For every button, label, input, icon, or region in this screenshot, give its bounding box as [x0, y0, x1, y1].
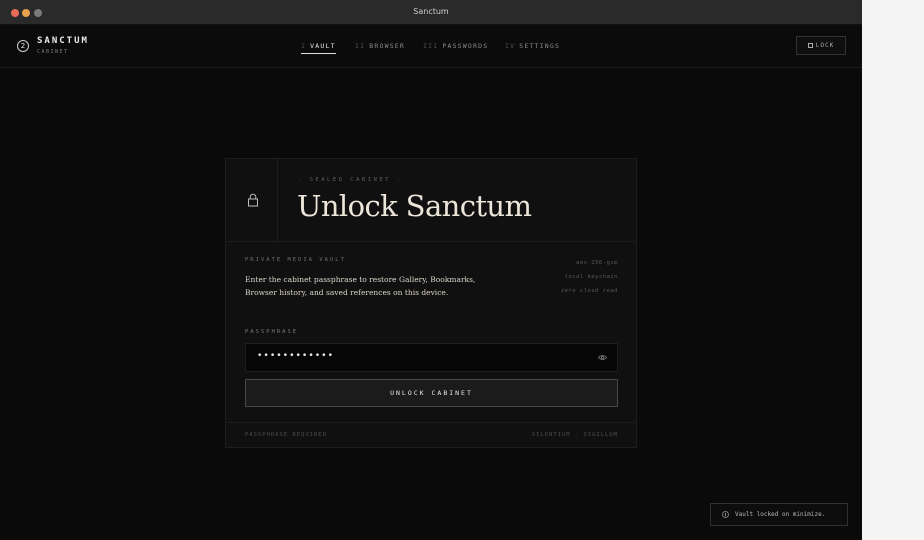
toast-notification: Vault locked on minimize.: [710, 503, 848, 526]
page-title: Unlock Sanctum: [297, 189, 532, 223]
nav-tab-label: BROWSER: [369, 42, 406, 50]
passphrase-input[interactable]: ••••••••••••: [245, 343, 618, 372]
nav-tab-passwords[interactable]: III PASSWORDS: [423, 42, 488, 50]
lock-button-label: LOCK: [815, 42, 835, 49]
panel-header: · SEALED CABINET · Unlock Sanctum: [226, 159, 636, 242]
lock-small-icon: [807, 42, 813, 48]
section-label: PRIVATE MEDIA VAULT: [245, 257, 346, 263]
lock-icon-cell: [226, 159, 278, 241]
info-icon: [722, 511, 729, 518]
nav-tab-number: II: [355, 42, 366, 50]
lock-icon: [248, 193, 258, 207]
panel-footer: PASSPHRASE REQUIRED SILENTIUM · SIGILLUM: [226, 422, 636, 448]
brand-name: SANCTUM: [37, 36, 89, 46]
nav-tab-vault[interactable]: I VAULT: [301, 42, 336, 54]
passphrase-label: PASSPHRASE: [245, 329, 299, 335]
nav-tab-label: VAULT: [310, 42, 336, 50]
nav-tab-label: SETTINGS: [519, 42, 561, 50]
brand-logo: 2: [17, 40, 29, 52]
footer-status: PASSPHRASE REQUIRED: [245, 432, 327, 438]
footer-motto: SILENTIUM · SIGILLUM: [531, 432, 618, 438]
unlock-panel: · SEALED CABINET · Unlock Sanctum PRIVAT…: [225, 158, 637, 448]
eye-icon[interactable]: [598, 354, 607, 361]
nav-tab-browser[interactable]: II BROWSER: [355, 42, 405, 50]
app-header: 2 SANCTUM CABINET I VAULT II BROWSER III PA…: [0, 25, 862, 68]
nav-tab-number: I: [301, 42, 307, 50]
panel-kicker: · SEALED CABINET ·: [298, 177, 403, 183]
nav-tab-number: III: [423, 42, 439, 50]
window-title: Sanctum: [413, 7, 449, 16]
unlock-cabinet-button[interactable]: UNLOCK CABINET: [245, 379, 618, 407]
meta-cloud: zero cloud read: [560, 288, 618, 294]
passphrase-value: ••••••••••••: [257, 351, 335, 361]
nav-tab-number: IV: [505, 42, 516, 50]
panel-description: Enter the cabinet passphrase to restore …: [245, 275, 476, 297]
app-window: Sanctum 2 SANCTUM CABINET I VAULT II BROWS…: [0, 0, 862, 540]
lock-button[interactable]: LOCK: [796, 36, 846, 55]
title-bar: Sanctum: [0, 0, 862, 25]
meta-encryption: aes-256-gcm: [576, 260, 618, 266]
toast-text: Vault locked on minimize.: [735, 511, 826, 518]
nav-tab-settings[interactable]: IV SETTINGS: [505, 42, 560, 50]
nav-tab-label: PASSWORDS: [442, 42, 489, 50]
brand-subtitle: CABINET: [37, 49, 69, 55]
meta-keychain: local keychain: [564, 274, 618, 280]
